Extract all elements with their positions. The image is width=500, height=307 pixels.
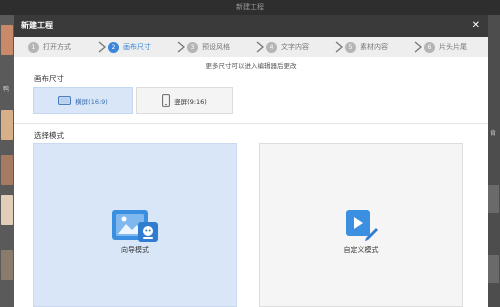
background-thumbnail xyxy=(1,155,13,185)
step-number: 2 xyxy=(108,41,119,53)
chevron-right-icon xyxy=(256,41,264,53)
step-label: 素材内容 xyxy=(360,43,388,51)
background-right-panel: 肯 xyxy=(486,15,500,307)
custom-mode-card[interactable]: 自定义模式 xyxy=(259,143,463,307)
portrait-size-button[interactable]: 竖屏(9:16) xyxy=(136,87,233,114)
landscape-screen-icon xyxy=(58,96,72,105)
background-thumbnail xyxy=(1,25,13,55)
chevron-right-icon xyxy=(414,41,422,53)
background-thumbnail xyxy=(1,110,13,140)
section-divider xyxy=(14,123,488,124)
step-label: 打开方式 xyxy=(43,43,71,51)
step-2[interactable]: 2 画布尺寸 xyxy=(108,37,151,57)
step-1[interactable]: 1 打开方式 xyxy=(28,37,71,57)
step-number: 5 xyxy=(345,41,356,53)
dialog-title: 新建工程 xyxy=(21,21,53,30)
custom-mode-label: 自定义模式 xyxy=(343,246,379,254)
wizard-mode-card[interactable]: 向导模式 xyxy=(33,143,237,307)
step-label: 文字内容 xyxy=(281,43,309,51)
portrait-size-label: 竖屏(9:16) xyxy=(174,97,207,106)
close-icon[interactable]: ✕ xyxy=(472,15,480,37)
background-left-panel: 鸭 xyxy=(0,15,14,307)
wizard-mode-icon xyxy=(34,208,236,244)
background-label: 鸭 xyxy=(3,86,10,93)
dialog-header: 新建工程 ✕ xyxy=(14,15,488,37)
background-thumbnail xyxy=(487,255,499,283)
chevron-right-icon xyxy=(98,41,106,53)
step-4[interactable]: 4 文字内容 xyxy=(266,37,309,57)
step-6[interactable]: 6 片头片尾 xyxy=(424,37,467,57)
mode-heading: 选择模式 xyxy=(34,131,64,140)
chevron-right-icon xyxy=(335,41,343,53)
step-5[interactable]: 5 素材内容 xyxy=(345,37,388,57)
landscape-size-button[interactable]: 横屏(16:9) xyxy=(33,87,133,114)
chevron-right-icon xyxy=(177,41,185,53)
new-project-dialog: 新建工程 ✕ 1 打开方式 2 画布尺寸 3 预设风格 4 文字内容 5 素材内… xyxy=(14,15,488,307)
background-thumbnail xyxy=(1,195,13,225)
size-change-tip: 更多尺寸可以进入编辑器后更改 xyxy=(205,62,297,70)
step-number: 1 xyxy=(28,41,39,53)
step-number: 6 xyxy=(424,41,435,53)
step-label: 画布尺寸 xyxy=(123,43,151,51)
step-label: 片头片尾 xyxy=(439,43,467,51)
custom-mode-icon xyxy=(260,208,462,242)
window-title-bar: 新建工程 xyxy=(0,0,500,15)
landscape-size-label: 横屏(16:9) xyxy=(75,97,108,106)
step-3[interactable]: 3 预设风格 xyxy=(187,37,230,57)
canvas-size-heading: 画布尺寸 xyxy=(34,74,64,83)
window-title: 新建工程 xyxy=(236,3,264,11)
background-thumbnail xyxy=(487,185,499,213)
step-label: 预设风格 xyxy=(202,43,230,51)
portrait-phone-icon xyxy=(162,94,171,107)
background-thumbnail xyxy=(1,250,13,280)
step-number: 4 xyxy=(266,41,277,53)
step-number: 3 xyxy=(187,41,198,53)
step-progress-bar: 1 打开方式 2 画布尺寸 3 预设风格 4 文字内容 5 素材内容 6 片头片… xyxy=(14,37,488,57)
background-label: 肯 xyxy=(490,130,497,137)
wizard-mode-label: 向导模式 xyxy=(121,246,149,254)
